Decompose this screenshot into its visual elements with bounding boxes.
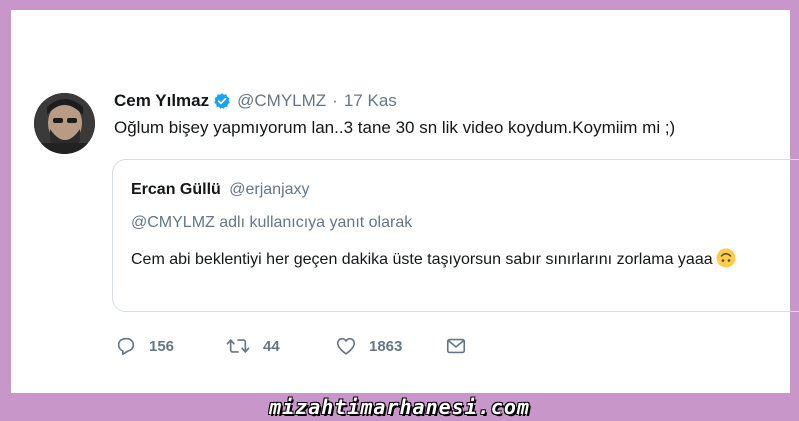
author-handle[interactable]: @CMYLMZ [237,91,326,111]
quoted-tweet-header: Ercan Güllü @erjanjaxy [131,181,310,199]
tweet-actions: 156 44 1863 [115,332,467,360]
quoted-tweet-text: Cem abi beklentiyi her geçen dakika üste… [131,246,791,273]
like-icon [336,337,356,355]
retweet-icon [226,339,250,353]
quoted-tweet[interactable]: Ercan Güllü @erjanjaxy @CMYLMZ adlı kull… [112,159,799,312]
tweet-header: Cem Yılmaz @CMYLMZ · 17 Kas [114,90,397,112]
upside-down-face-icon [716,248,736,268]
verified-badge-icon [213,92,231,110]
header-separator: · [332,91,338,110]
reply-icon [117,337,135,356]
like-button[interactable]: 1863 [335,335,445,357]
reply-count: 156 [149,337,175,355]
site-watermark: mizahtimarhanesi.com [269,395,530,419]
tweet-text: Oğlum bişey yapmıyorum lan..3 tane 30 sn… [114,118,676,137]
quoted-tweet-body: Cem abi beklentiyi her geçen dakika üste… [131,251,713,268]
retweet-button[interactable]: 44 [225,335,335,357]
reply-button[interactable]: 156 [115,335,225,357]
tweet-card: Cem Yılmaz @CMYLMZ · 17 Kas Oğlum bişey … [11,10,799,393]
quoted-author-name[interactable]: Ercan Güllü [131,181,221,198]
quoted-author-handle[interactable]: @erjanjaxy [229,181,309,198]
like-count: 1863 [369,337,403,355]
reply-context: @CMYLMZ adlı kullanıcıya yanıt olarak [131,214,413,231]
tweet-date[interactable]: 17 Kas [344,91,397,111]
author-name[interactable]: Cem Yılmaz [114,91,209,111]
direct-message-button[interactable] [445,335,467,357]
direct-message-icon [446,338,466,354]
avatar-photo-icon [34,93,95,154]
avatar[interactable] [34,93,95,154]
retweet-count: 44 [263,337,280,355]
watermark-bar: mizahtimarhanesi.com [0,393,799,421]
